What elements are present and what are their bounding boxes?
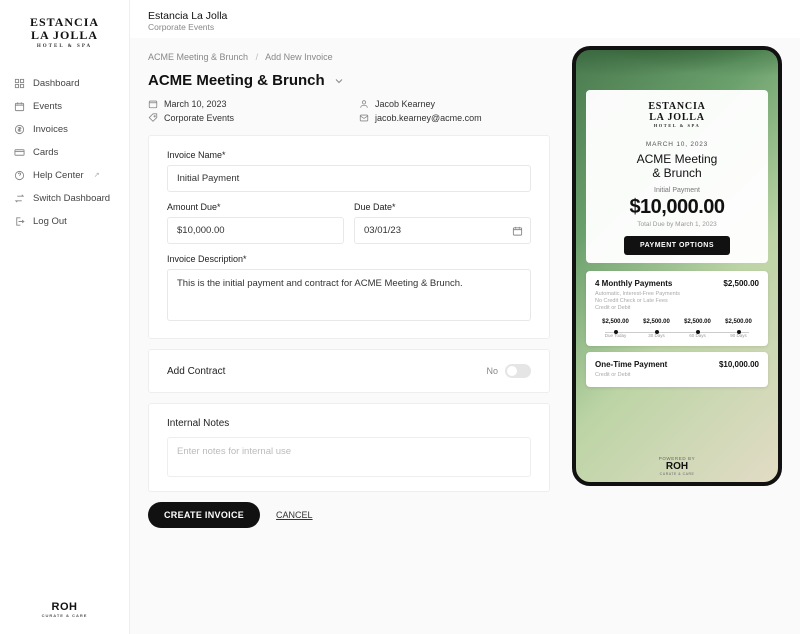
label-invoice-name: Invoice Name* bbox=[167, 150, 531, 160]
preview-onetime-option: One-Time Payment $10,000.00 Credit or De… bbox=[586, 352, 768, 387]
opt-onetime-amount: $10,000.00 bbox=[719, 360, 759, 369]
dashboard-icon bbox=[14, 78, 25, 89]
invoice-name-input[interactable] bbox=[167, 165, 531, 192]
preview-amount: $10,000.00 bbox=[596, 196, 758, 219]
opt-monthly-amount: $2,500.00 bbox=[723, 279, 759, 288]
help-icon bbox=[14, 170, 25, 181]
preview-payment-name: Initial Payment bbox=[596, 187, 758, 194]
calendar-icon bbox=[148, 99, 158, 109]
opt-onetime-title: One-Time Payment bbox=[595, 360, 667, 369]
breadcrumb: ACME Meeting & Brunch / Add New Invoice bbox=[148, 46, 550, 72]
person-icon bbox=[359, 99, 369, 109]
meta-date: March 10, 2023 bbox=[164, 99, 227, 109]
card-icon bbox=[14, 147, 25, 158]
nav-switch[interactable]: Switch Dashboard bbox=[0, 187, 129, 210]
topbar-title: Estancia La Jolla bbox=[148, 10, 782, 22]
brand-line2: LA JOLLA bbox=[0, 29, 129, 42]
sidebar: ESTANCIA LA JOLLA HOTEL & SPA Dashboard … bbox=[0, 0, 130, 634]
event-meta: March 10, 2023 Jacob Kearney Corporate E… bbox=[148, 99, 550, 123]
breadcrumb-sep: / bbox=[256, 52, 259, 62]
external-icon: ↗ bbox=[94, 171, 100, 179]
opt-onetime-sub: Credit or Debit bbox=[595, 372, 759, 379]
nav-label: Help Center bbox=[33, 170, 84, 181]
nav-dashboard[interactable]: Dashboard bbox=[0, 72, 129, 95]
nav-label: Invoices bbox=[33, 124, 68, 135]
nav-label: Log Out bbox=[33, 216, 67, 227]
page-title: ACME Meeting & Brunch bbox=[148, 72, 325, 89]
main: Estancia La Jolla Corporate Events ACME … bbox=[130, 0, 800, 634]
cancel-button[interactable]: CANCEL bbox=[276, 510, 313, 520]
chevron-down-icon[interactable] bbox=[333, 75, 345, 87]
sidebar-footer-brand: ROH CURATE & CARE bbox=[0, 601, 129, 618]
preview-header-card: ESTANCIA LA JOLLA HOTEL & SPA MARCH 10, … bbox=[586, 90, 768, 263]
toggle-state-label: No bbox=[486, 366, 498, 376]
invoice-form-card: Invoice Name* Amount Due* Due Date* bbox=[148, 135, 550, 339]
preview-logo: ESTANCIA LA JOLLA HOTEL & SPA bbox=[596, 102, 758, 129]
label-internal-notes: Internal Notes bbox=[167, 418, 531, 429]
nav-logout[interactable]: Log Out bbox=[0, 210, 129, 233]
meta-contact-email: jacob.kearney@acme.com bbox=[375, 113, 482, 123]
footer-brand-sub: CURATE & CARE bbox=[0, 613, 129, 618]
preview-total-due: Total Due by March 1, 2023 bbox=[596, 221, 758, 228]
label-due-date: Due Date* bbox=[354, 202, 531, 212]
topbar: Estancia La Jolla Corporate Events bbox=[130, 0, 800, 38]
mail-icon bbox=[359, 113, 369, 123]
opt-monthly-title: 4 Monthly Payments bbox=[595, 279, 672, 288]
add-contract-toggle[interactable] bbox=[505, 364, 531, 378]
brand-sub: HOTEL & SPA bbox=[0, 44, 129, 50]
palm-bg bbox=[572, 46, 782, 90]
label-description: Invoice Description* bbox=[167, 254, 531, 264]
nav-help[interactable]: Help Center ↗ bbox=[0, 164, 129, 187]
switch-icon bbox=[14, 193, 25, 204]
nav: Dashboard Events Invoices Cards Help Cen… bbox=[0, 72, 129, 601]
breadcrumb-current: Add New Invoice bbox=[265, 52, 333, 62]
mobile-preview: ESTANCIA LA JOLLA HOTEL & SPA MARCH 10, … bbox=[572, 46, 782, 618]
tag-icon bbox=[148, 113, 158, 123]
meta-contact-name: Jacob Kearney bbox=[375, 99, 435, 109]
nav-invoices[interactable]: Invoices bbox=[0, 118, 129, 141]
preview-event: ACME Meeting & Brunch bbox=[596, 152, 758, 181]
create-invoice-button[interactable]: CREATE INVOICE bbox=[148, 502, 260, 528]
internal-notes-input[interactable]: Enter notes for internal use bbox=[167, 437, 531, 477]
breadcrumb-parent[interactable]: ACME Meeting & Brunch bbox=[148, 52, 248, 62]
nav-label: Cards bbox=[33, 147, 58, 158]
preview-footer-brand: ROH bbox=[576, 461, 778, 472]
calendar-picker-icon[interactable] bbox=[512, 225, 523, 236]
opt-monthly-schedule: $2,500.00Due Today $2,500.0030 Days $2,5… bbox=[595, 319, 759, 338]
preview-date: MARCH 10, 2023 bbox=[596, 141, 758, 148]
logout-icon bbox=[14, 216, 25, 227]
nav-label: Events bbox=[33, 101, 62, 112]
meta-category: Corporate Events bbox=[164, 113, 234, 123]
nav-label: Dashboard bbox=[33, 78, 79, 89]
description-textarea[interactable]: This is the initial payment and contract… bbox=[167, 269, 531, 321]
nav-events[interactable]: Events bbox=[0, 95, 129, 118]
add-contract-card: Add Contract No bbox=[148, 349, 550, 393]
dollar-icon bbox=[14, 124, 25, 135]
internal-notes-card: Internal Notes Enter notes for internal … bbox=[148, 403, 550, 492]
due-date-input[interactable] bbox=[354, 217, 531, 244]
label-add-contract: Add Contract bbox=[167, 366, 225, 377]
brand-logo: ESTANCIA LA JOLLA HOTEL & SPA bbox=[0, 16, 129, 50]
topbar-sub: Corporate Events bbox=[148, 22, 782, 32]
preview-monthly-option: 4 Monthly Payments $2,500.00 Automatic, … bbox=[586, 271, 768, 346]
calendar-icon bbox=[14, 101, 25, 112]
amount-due-input[interactable] bbox=[167, 217, 344, 244]
phone-frame: ESTANCIA LA JOLLA HOTEL & SPA MARCH 10, … bbox=[572, 46, 782, 486]
nav-label: Switch Dashboard bbox=[33, 193, 110, 204]
preview-options-button: PAYMENT OPTIONS bbox=[624, 236, 730, 255]
nav-cards[interactable]: Cards bbox=[0, 141, 129, 164]
label-amount-due: Amount Due* bbox=[167, 202, 344, 212]
footer-brand-name: ROH bbox=[0, 601, 129, 613]
preview-footer-sub: CURATE & CARE bbox=[576, 472, 778, 476]
opt-monthly-sub: Automatic, Interest-Free Payments No Cre… bbox=[595, 291, 759, 312]
